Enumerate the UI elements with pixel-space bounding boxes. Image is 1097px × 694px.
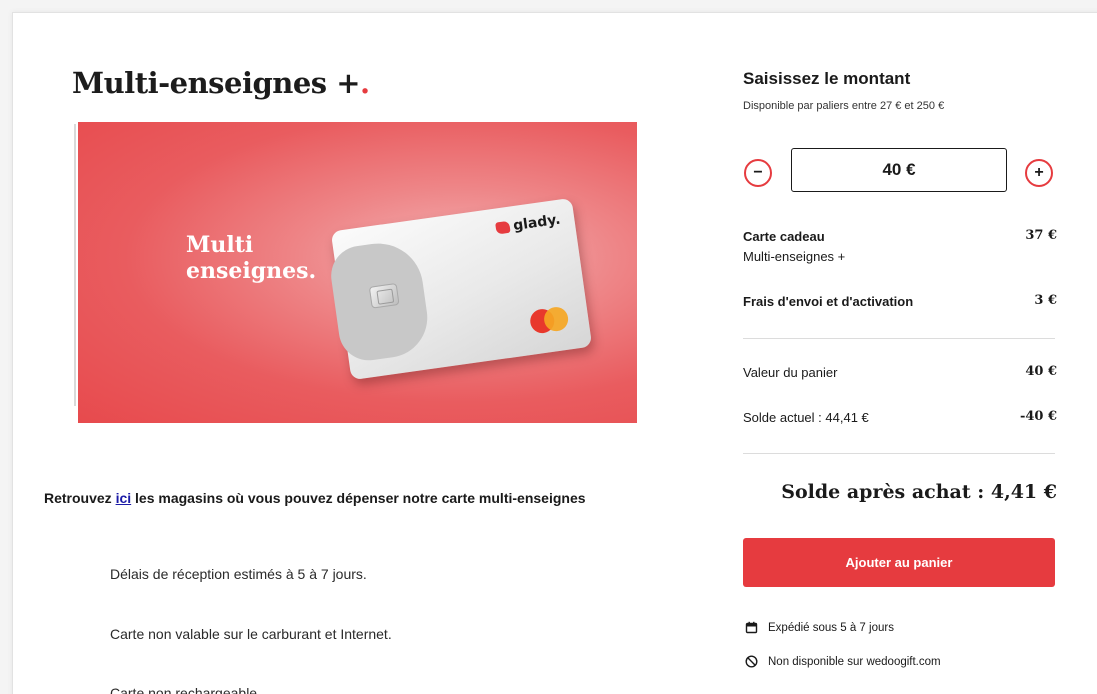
banner-text: Multi enseignes. (186, 232, 316, 284)
product-title-text: Multi-enseignes + (72, 66, 361, 100)
fees-label: Frais d'envoi et d'activation (743, 294, 914, 309)
amount-range: Disponible par paliers entre 27 € et 250… (743, 100, 945, 112)
gift-card-label: Carte cadeau (743, 229, 825, 244)
brand-logo: glady. (494, 212, 561, 237)
shipping-note: Expédié sous 5 à 7 jours (745, 621, 894, 634)
availability-note-text: Non disponible sur wedoogift.com (768, 655, 941, 668)
rechargeable-text: Carte non rechargeable. (110, 685, 261, 694)
balance-debit-value: -40 € (1019, 409, 1057, 424)
stores-link[interactable]: ici (116, 490, 132, 506)
title-dot: . (360, 66, 370, 100)
gift-card: glady. (327, 197, 593, 381)
banner-line-2: enseignes. (186, 258, 317, 284)
amount-title: Saisissez le montant (743, 69, 911, 88)
shipping-note-text: Expédié sous 5 à 7 jours (768, 621, 894, 634)
calendar-icon (745, 621, 758, 634)
prohibited-icon (745, 655, 758, 668)
validity-text: Carte non valable sur le carburant et In… (110, 626, 392, 642)
availability-note: Non disponible sur wedoogift.com (745, 655, 941, 668)
stores-info-prefix: Retrouvez (44, 490, 116, 506)
delivery-delay-text: Délais de réception estimés à 5 à 7 jour… (110, 566, 367, 582)
chip-icon (368, 282, 400, 309)
product-banner: Multi enseignes. glady. (78, 122, 637, 423)
decrease-amount-button[interactable]: − (744, 159, 772, 187)
add-to-cart-button[interactable]: Ajouter au panier (743, 538, 1055, 587)
balance-divider (743, 453, 1055, 454)
cart-value-label: Valeur du panier (743, 365, 838, 380)
product-title: Multi-enseignes +. (72, 66, 370, 100)
fees-value: 3 € (1034, 293, 1057, 308)
stores-info-suffix: les magasins où vous pouvez dépenser not… (131, 490, 586, 506)
stores-info: Retrouvez ici les magasins où vous pouve… (44, 487, 604, 509)
amount-input[interactable]: 40 € (791, 148, 1007, 192)
mastercard-icon (528, 305, 574, 335)
increase-amount-button[interactable]: + (1025, 159, 1053, 187)
balance-after-purchase: Solde après achat : 4,41 € (781, 481, 1057, 503)
gift-card-value: 37 € (1025, 228, 1057, 243)
banner-line-1: Multi (186, 232, 254, 258)
brand-logo-icon (494, 220, 511, 235)
brand-logo-text: glady. (512, 211, 562, 235)
gift-card-name: Multi-enseignes + (743, 249, 846, 264)
banner-left-edge (74, 124, 76, 406)
gift-card-image: glady. (327, 197, 593, 381)
summary-divider (743, 338, 1055, 339)
cart-value: 40 € (1025, 364, 1057, 379)
current-balance-label: Solde actuel : 44,41 € (743, 410, 869, 425)
